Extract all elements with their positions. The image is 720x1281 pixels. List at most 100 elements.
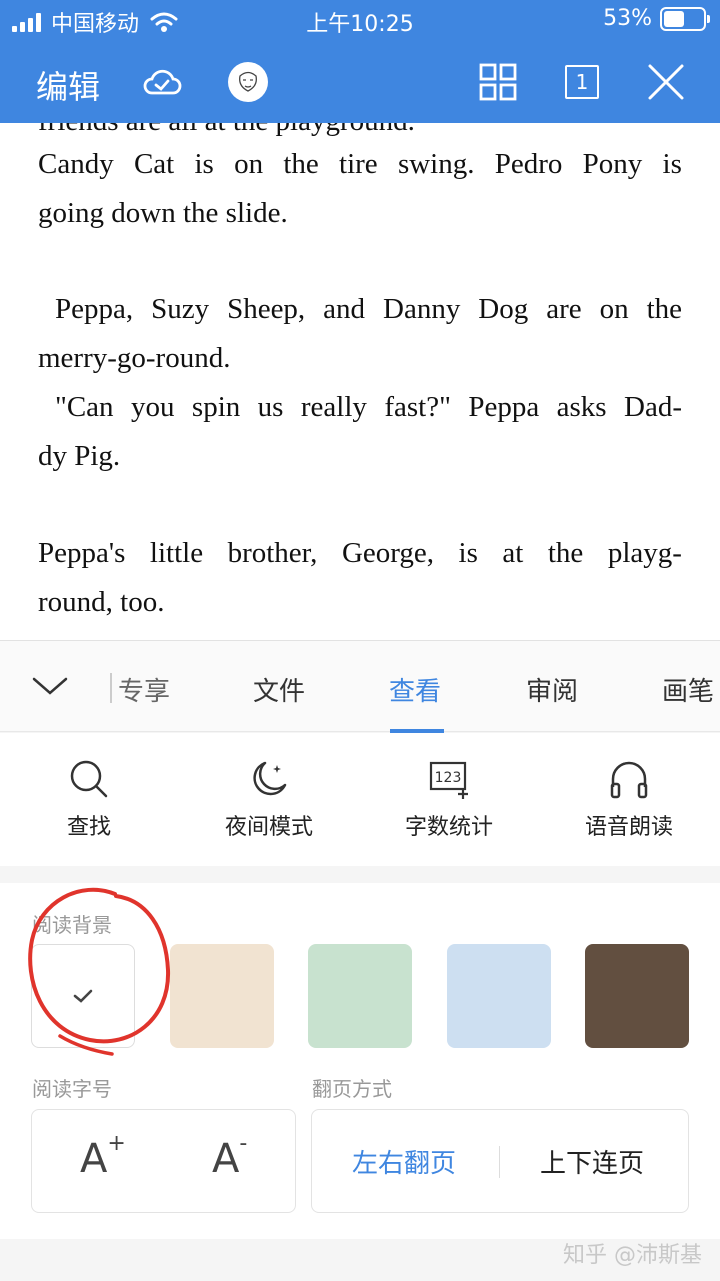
doc-word: us	[257, 391, 284, 423]
top-bar: 中国移动 上午10:25 53% 编辑 1	[0, 0, 720, 123]
find-button[interactable]: 查找	[14, 757, 164, 841]
doc-word: Peppa's	[38, 537, 126, 569]
panel-tabs: 专享 文件 查看 审阅 画笔	[0, 640, 720, 733]
bg-swatch-green[interactable]	[308, 944, 412, 1048]
word-count-label: 字数统计	[404, 815, 493, 840]
view-tools: 查找 夜间模式 123 字数统计 语音朗读	[0, 733, 720, 866]
doc-word: on	[599, 293, 629, 325]
close-icon[interactable]	[644, 60, 688, 104]
read-aloud-button[interactable]: 语音朗读	[554, 757, 704, 841]
reading-background-label: 阅读背景	[32, 913, 112, 937]
doc-word: Cat	[133, 148, 175, 180]
page-turn-divider	[499, 1146, 500, 1178]
tab-pen[interactable]: 画笔	[662, 671, 714, 708]
tab-file[interactable]: 文件	[253, 671, 305, 708]
doc-word: fast?"	[384, 391, 451, 423]
doc-word: swing.	[397, 148, 475, 180]
doc-word: Danny	[383, 293, 461, 325]
headphones-icon	[610, 761, 648, 799]
doc-word: is	[194, 148, 214, 180]
doc-word: George,	[341, 537, 435, 569]
tab-divider	[110, 673, 112, 703]
night-mode-button[interactable]: 夜间模式	[194, 757, 344, 841]
doc-word: tire	[339, 148, 378, 180]
font-size-control: A+ A-	[31, 1109, 296, 1213]
doc-line: round, too.	[38, 586, 165, 618]
chevron-down-icon[interactable]	[30, 671, 70, 703]
doc-word: really	[300, 391, 367, 423]
doc-line: Peppa, Suzy Sheep, and Danny Dog are on the	[55, 293, 682, 326]
font-decrease-glyph: A	[212, 1136, 240, 1182]
avatar-icon[interactable]	[226, 60, 270, 104]
page-turn-label: 翻页方式	[312, 1077, 392, 1101]
doc-word: spin	[191, 391, 241, 423]
tab-review[interactable]: 审阅	[526, 671, 578, 708]
battery-fill	[664, 10, 685, 27]
font-increase-mark: +	[107, 1130, 126, 1156]
edit-button[interactable]: 编辑	[36, 62, 100, 108]
font-increase-glyph: A	[80, 1136, 108, 1182]
read-aloud-label: 语音朗读	[584, 815, 673, 840]
tab-exclusive[interactable]: 专享	[118, 671, 170, 708]
doc-word: is	[662, 148, 682, 180]
doc-word: at	[502, 537, 524, 569]
doc-line: merry-go-round.	[38, 342, 231, 374]
check-icon	[73, 989, 93, 1003]
doc-word: is	[458, 537, 478, 569]
page-turn-vertical[interactable]: 上下连页	[540, 1143, 644, 1180]
doc-word: Candy	[38, 148, 114, 180]
page-turn-control: 左右翻页 上下连页	[311, 1109, 689, 1213]
font-decrease-button[interactable]: A-	[212, 1131, 247, 1182]
cloud-check-icon[interactable]	[140, 60, 184, 104]
doc-line: going down the slide.	[38, 197, 288, 229]
battery-icon	[660, 6, 710, 31]
doc-word: and	[323, 293, 366, 325]
tab-view[interactable]: 查看	[389, 671, 441, 708]
page-turn-horizontal[interactable]: 左右翻页	[352, 1143, 456, 1180]
doc-word: Pony	[582, 148, 643, 180]
doc-word: "Can	[55, 391, 114, 423]
find-label: 查找	[66, 815, 111, 840]
doc-word: Peppa,	[55, 293, 134, 325]
doc-word: the	[283, 148, 319, 180]
doc-line: dy Pig.	[38, 440, 121, 472]
doc-word: brother,	[227, 537, 318, 569]
doc-word: little	[149, 537, 204, 569]
doc-word: Suzy	[151, 293, 210, 325]
doc-word: are	[546, 293, 582, 325]
word-count-button[interactable]: 123 字数统计	[374, 757, 524, 841]
status-right: 53%	[603, 6, 710, 31]
bg-swatch-blue[interactable]	[447, 944, 551, 1048]
watermark: 知乎 @沛斯基	[563, 1243, 702, 1268]
bg-swatch-brown[interactable]	[585, 944, 689, 1048]
editor-toolbar: 编辑 1	[0, 44, 720, 120]
doc-word: playg-	[607, 537, 682, 569]
battery-percent: 53%	[603, 6, 652, 31]
doc-line: Peppa's little brother, George, is at the playg…	[38, 537, 682, 570]
bg-swatch-beige[interactable]	[170, 944, 274, 1048]
doc-line: "Can you spin us really fast?" Peppa asks Dad-	[55, 391, 682, 424]
font-decrease-mark: -	[239, 1130, 248, 1156]
doc-word: asks	[556, 391, 607, 423]
doc-word: you	[130, 391, 175, 423]
moon-icon	[253, 761, 287, 796]
grid-icon[interactable]	[476, 60, 520, 104]
doc-word: Peppa	[468, 391, 540, 423]
doc-word: on	[234, 148, 264, 180]
word-count-icon: 123	[429, 761, 468, 799]
doc-word: Dad-	[624, 391, 682, 423]
bottom-panel: 专享 文件 查看 审阅 画笔 查找 夜间模式 123 字数统计 语音朗读 阅读背…	[0, 640, 720, 1281]
doc-word: Pedro	[494, 148, 563, 180]
doc-line: friends are all at the playground.	[38, 123, 682, 138]
doc-word: the	[547, 537, 584, 569]
font-increase-button[interactable]: A+	[80, 1131, 126, 1182]
page-number-icon[interactable]: 1	[560, 60, 604, 104]
svg-text:123: 123	[435, 770, 462, 786]
page-number: 1	[565, 65, 599, 99]
bg-swatch-white[interactable]	[31, 944, 135, 1048]
night-mode-label: 夜间模式	[224, 815, 313, 840]
document-body[interactable]: friends are all at the playground. Candy…	[0, 123, 720, 643]
avatar	[228, 62, 268, 102]
doc-word: Sheep,	[227, 293, 306, 325]
doc-line: Candy Cat is on the tire swing. Pedro Pony is	[38, 148, 682, 181]
